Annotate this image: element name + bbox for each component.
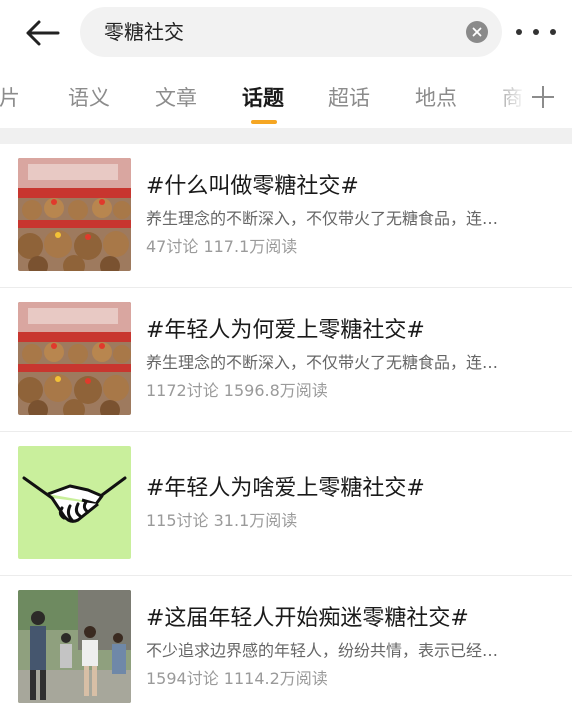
more-dot — [533, 29, 539, 35]
plus-icon[interactable] — [532, 86, 554, 108]
section-separator — [0, 128, 572, 144]
topic-thumbnail — [18, 590, 131, 703]
tab-images[interactable]: 图片 — [0, 84, 20, 112]
list-item[interactable]: #什么叫做零糖社交# 养生理念的不断深入，不仅带火了无糖食品，连… 47讨论 1… — [0, 144, 572, 288]
list-item[interactable]: #年轻人为何爱上零糖社交# 养生理念的不断深入，不仅带火了无糖食品，连… 117… — [0, 288, 572, 432]
search-box[interactable]: 零糖社交 — [80, 7, 502, 57]
handshake-image — [18, 446, 131, 559]
topic-thumbnail — [18, 302, 131, 415]
back-button[interactable] — [22, 16, 62, 50]
topic-thumbnail — [18, 446, 131, 559]
header: 零糖社交 — [0, 0, 572, 66]
tab-bar: 图片 语义 文章 话题 超话 地点 商 — [0, 66, 572, 128]
arrow-left-icon — [26, 20, 60, 46]
topic-description: 养生理念的不断深入，不仅带火了无糖食品，连… — [146, 353, 499, 372]
list-item[interactable]: #年轻人为啥爱上零糖社交# 115讨论 31.1万阅读 — [0, 432, 572, 576]
plush-toys-image — [18, 158, 131, 271]
topic-thumbnail — [18, 158, 131, 271]
more-dot — [550, 29, 556, 35]
tab-articles[interactable]: 文章 — [155, 84, 197, 112]
topic-stats: 47讨论 117.1万阅读 — [146, 237, 298, 256]
tab-semantic[interactable]: 语义 — [68, 84, 110, 112]
list-item[interactable]: #这届年轻人开始痴迷零糖社交# 不少追求边界感的年轻人，纷纷共情，表示已经… 1… — [0, 576, 572, 720]
topic-title: #年轻人为啥爱上零糖社交# — [146, 476, 425, 501]
topic-stats: 1172讨论 1596.8万阅读 — [146, 381, 328, 400]
tab-topics[interactable]: 话题 — [242, 84, 284, 112]
tab-places[interactable]: 地点 — [415, 84, 457, 112]
clear-search-button[interactable] — [466, 21, 488, 43]
more-button[interactable] — [516, 22, 556, 42]
topic-description: 养生理念的不断深入，不仅带火了无糖食品，连… — [146, 209, 499, 228]
search-input[interactable]: 零糖社交 — [104, 7, 184, 57]
active-tab-indicator — [251, 120, 277, 124]
topic-description: 不少追求边界感的年轻人，纷纷共情，表示已经… — [146, 641, 499, 660]
topic-title: #什么叫做零糖社交# — [146, 174, 359, 199]
tab-fade — [490, 66, 572, 128]
people-photo-image — [18, 590, 131, 703]
topic-title: #年轻人为何爱上零糖社交# — [146, 318, 425, 343]
topic-title: #这届年轻人开始痴迷零糖社交# — [146, 606, 469, 631]
topic-stats: 1594讨论 1114.2万阅读 — [146, 669, 328, 688]
topic-stats: 115讨论 31.1万阅读 — [146, 511, 298, 530]
clear-circle-icon — [472, 27, 482, 37]
plush-toys-image — [18, 302, 131, 415]
more-dot — [516, 29, 522, 35]
tab-super-topics[interactable]: 超话 — [328, 84, 370, 112]
